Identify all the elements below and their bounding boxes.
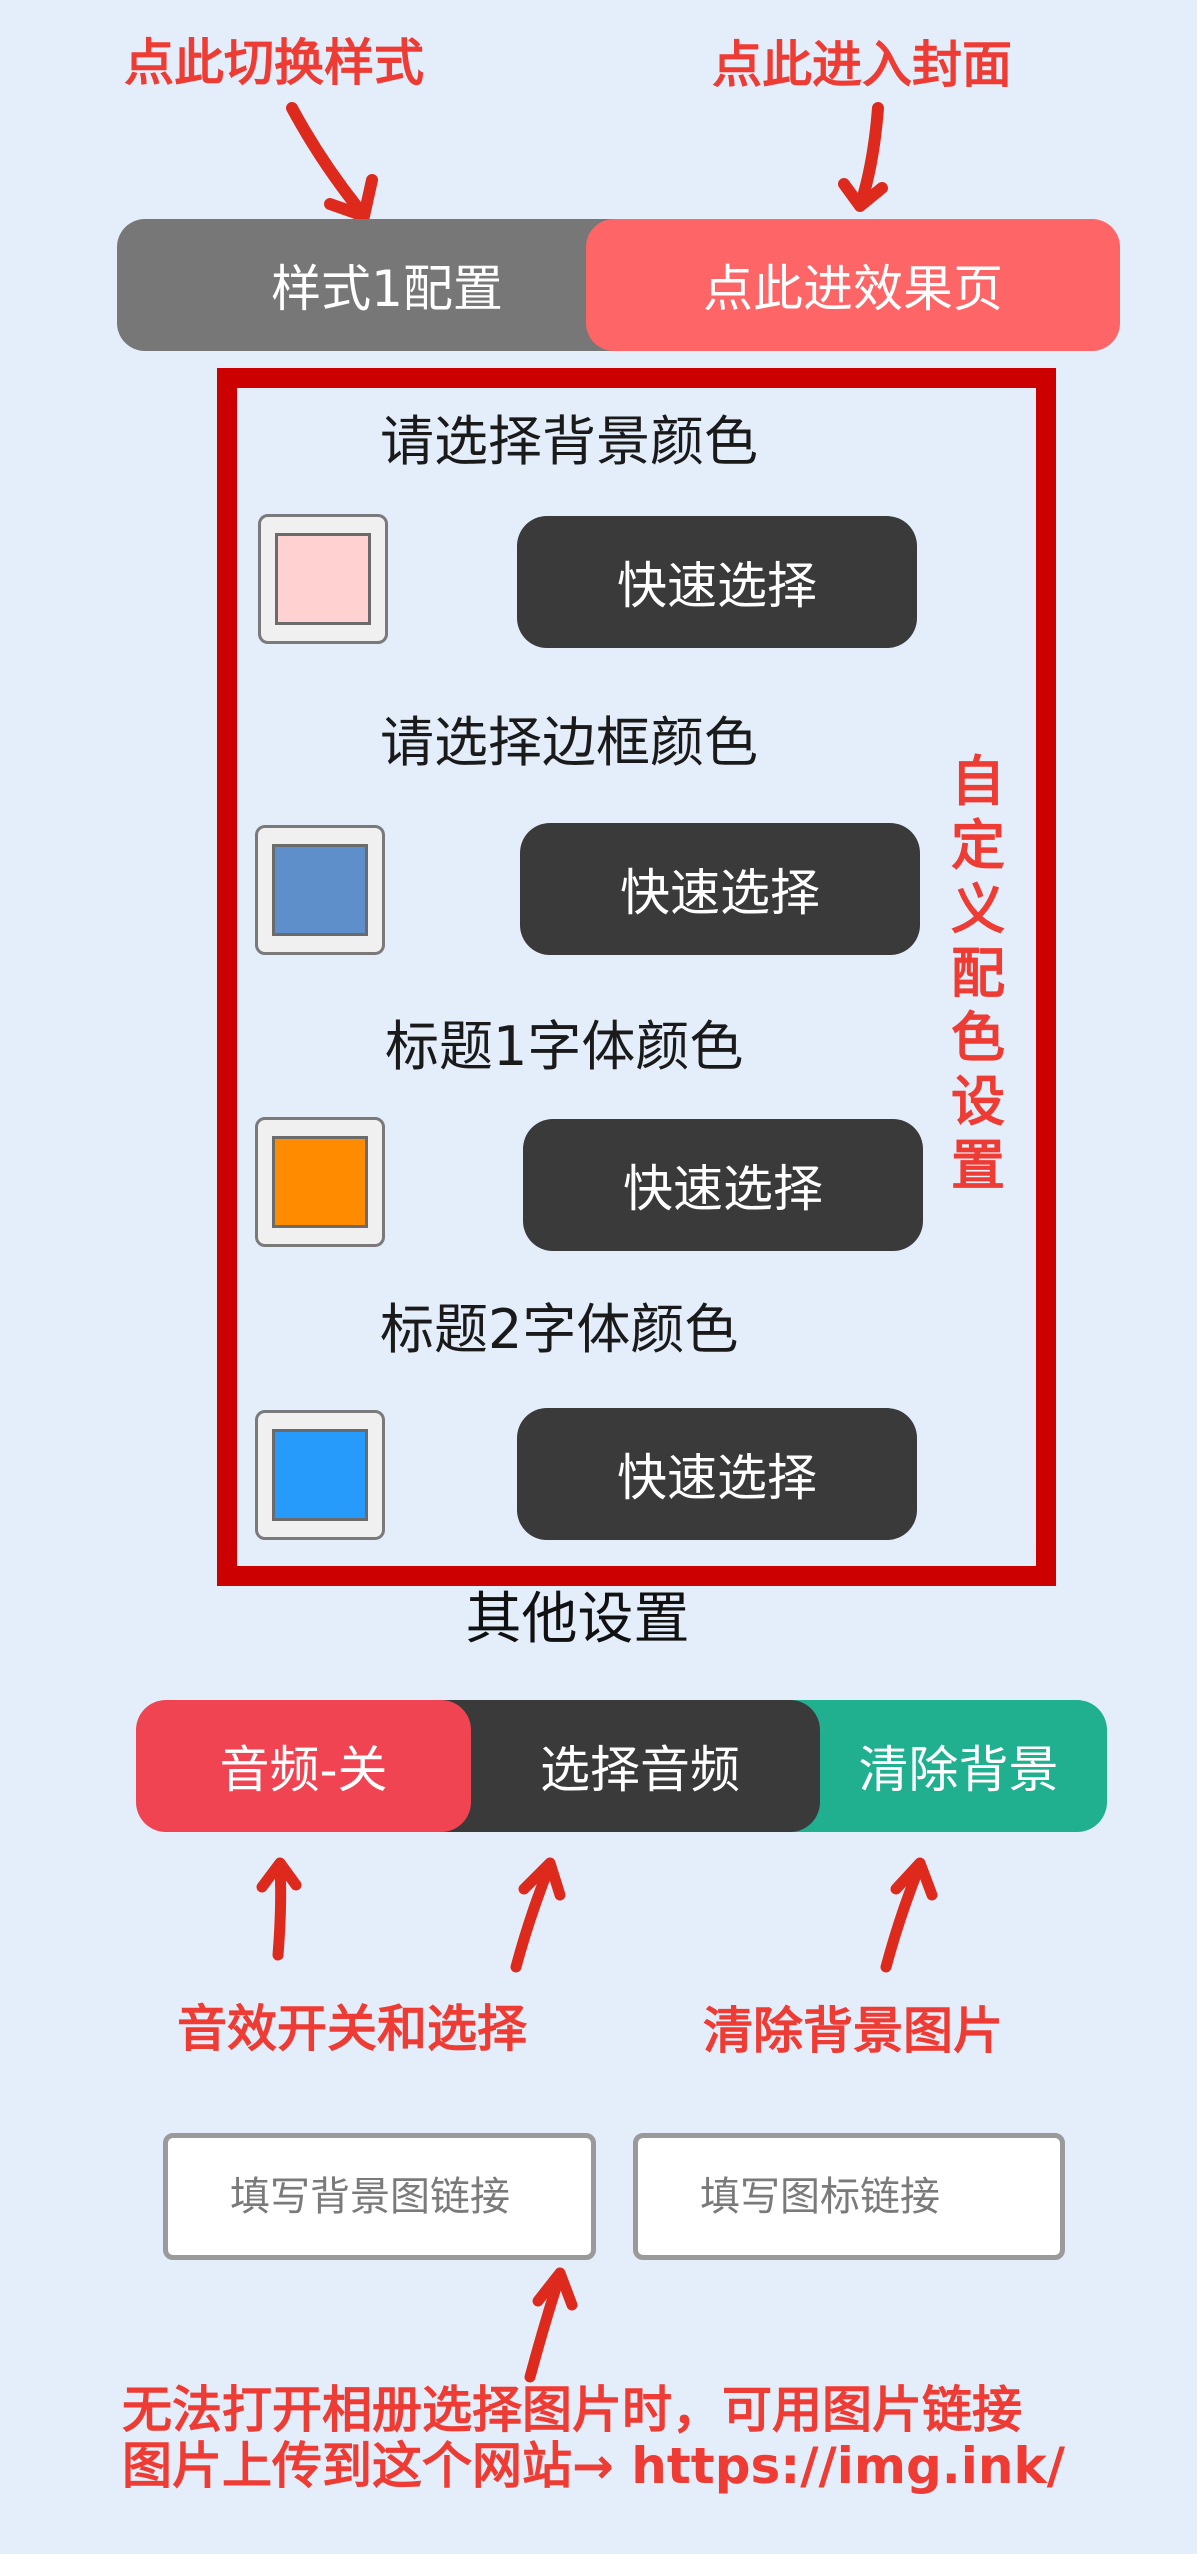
audio-toggle-annotation: 音效开关和选择 bbox=[177, 2000, 527, 2058]
effect-page-label: 点此进效果页 bbox=[703, 260, 1003, 318]
clear-bg-annotation: 清除背景图片 bbox=[703, 2002, 1003, 2060]
effect-page-button[interactable]: 点此进效果页 bbox=[586, 219, 1120, 351]
arrow-up-icon bbox=[510, 1857, 566, 1973]
quick-select-label: 快速选择 bbox=[617, 557, 817, 615]
style-config-label: 样式1配置 bbox=[271, 260, 503, 318]
bg-link-field[interactable] bbox=[163, 2133, 596, 2260]
arrow-up-icon bbox=[256, 1857, 302, 1961]
quick-select-label: 快速选择 bbox=[620, 864, 820, 922]
title1-color-swatch bbox=[272, 1136, 368, 1228]
style-config-button[interactable]: 样式1配置 bbox=[117, 219, 637, 351]
title2-quick-select-button[interactable]: 快速选择 bbox=[517, 1408, 917, 1540]
title1-color-picker[interactable] bbox=[255, 1117, 385, 1247]
border-color-label: 请选择边框颜色 bbox=[380, 711, 758, 774]
bg-color-picker[interactable] bbox=[258, 514, 388, 644]
title1-color-label: 标题1字体颜色 bbox=[385, 1015, 744, 1078]
footer-note-line1: 无法打开相册选择图片时，可用图片链接 bbox=[122, 2381, 1022, 2439]
title2-color-swatch bbox=[272, 1429, 368, 1521]
border-color-picker[interactable] bbox=[255, 825, 385, 955]
audio-toggle-button[interactable]: 音频-关 bbox=[136, 1700, 471, 1832]
title2-color-label: 标题2字体颜色 bbox=[380, 1298, 739, 1361]
clear-background-label: 清除背景 bbox=[858, 1741, 1059, 1799]
bg-link-input[interactable] bbox=[228, 2172, 591, 2221]
custom-color-annotation: 自 定 义 配 色 设 置 bbox=[951, 750, 1005, 1197]
border-quick-select-button[interactable]: 快速选择 bbox=[520, 823, 920, 955]
icon-link-input[interactable] bbox=[698, 2172, 1060, 2221]
border-color-swatch bbox=[272, 844, 368, 936]
audio-toggle-label: 音频-关 bbox=[219, 1741, 388, 1799]
switch-style-annotation: 点此切换样式 bbox=[124, 34, 424, 92]
choose-audio-button[interactable]: 选择音频 bbox=[420, 1700, 820, 1832]
quick-select-label: 快速选择 bbox=[617, 1449, 817, 1507]
arrow-up-icon bbox=[524, 2267, 578, 2383]
bg-quick-select-button[interactable]: 快速选择 bbox=[517, 516, 917, 648]
title2-color-picker[interactable] bbox=[255, 1410, 385, 1540]
bg-color-label: 请选择背景颜色 bbox=[380, 410, 758, 473]
title1-quick-select-button[interactable]: 快速选择 bbox=[523, 1119, 923, 1251]
enter-cover-annotation: 点此进入封面 bbox=[712, 36, 1012, 94]
icon-link-field[interactable] bbox=[633, 2133, 1065, 2260]
arrow-down-icon bbox=[838, 102, 888, 212]
arrow-down-icon bbox=[286, 102, 378, 222]
bg-color-swatch bbox=[275, 533, 371, 625]
other-settings-title: 其他设置 bbox=[465, 1587, 690, 1652]
footer-note-line2: 图片上传到这个网站→ https://img.ink/ bbox=[122, 2437, 1066, 2495]
choose-audio-label: 选择音频 bbox=[540, 1741, 740, 1799]
arrow-up-icon bbox=[880, 1857, 938, 1973]
quick-select-label: 快速选择 bbox=[623, 1160, 823, 1218]
